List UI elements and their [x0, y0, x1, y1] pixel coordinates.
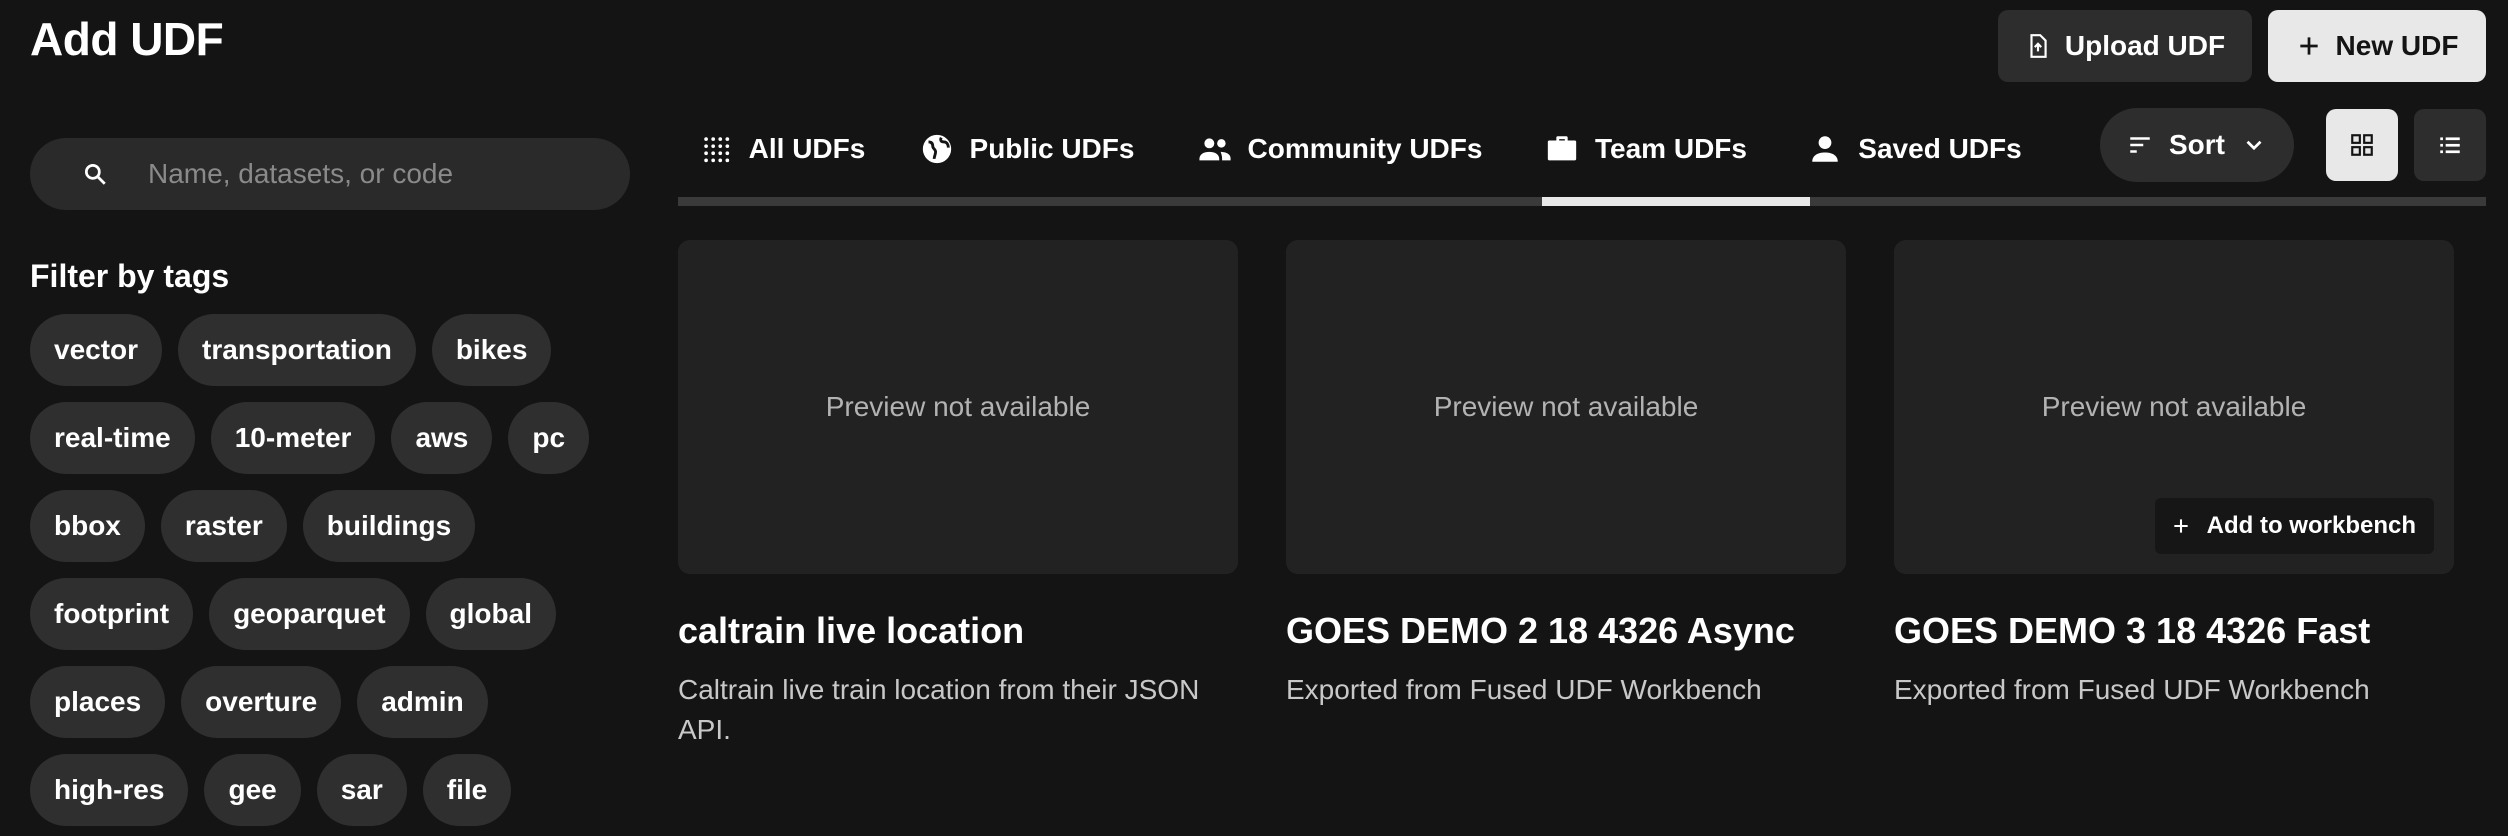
- tag-chip[interactable]: footprint: [30, 578, 194, 650]
- tag-chip[interactable]: bikes: [431, 314, 552, 386]
- search-box: [30, 138, 630, 210]
- udf-card[interactable]: Preview not available Add to workbench G…: [1894, 240, 2454, 710]
- tag-chip[interactable]: raster: [160, 490, 287, 562]
- grid-dots-icon: [703, 137, 729, 163]
- list-view-icon: [2440, 137, 2460, 154]
- udf-card[interactable]: Preview not available GOES DEMO 2 18 432…: [1286, 240, 1846, 710]
- tag-chip[interactable]: places: [30, 666, 166, 738]
- tab-public-udfs[interactable]: Public UDFs: [886, 106, 1168, 192]
- card-preview[interactable]: Preview not available: [1286, 240, 1846, 574]
- card-title: caltrain live location: [678, 610, 1025, 651]
- tab-team-udfs[interactable]: Team UDFs: [1512, 106, 1780, 192]
- tag-chip[interactable]: transportation: [178, 314, 416, 386]
- chevron-down-icon: [2246, 140, 2262, 151]
- list-view-button[interactable]: [2414, 109, 2486, 181]
- tag-chip[interactable]: admin: [357, 666, 488, 738]
- tab-label: Community UDFs: [1247, 133, 1483, 164]
- card-preview[interactable]: Preview not available Add to workbench: [1894, 240, 2454, 574]
- sort-button[interactable]: Sort: [2100, 108, 2294, 182]
- preview-unavailable-text: Preview not available: [825, 391, 1091, 422]
- page-title: Add UDF: [30, 13, 224, 65]
- card-preview[interactable]: Preview not available: [678, 240, 1238, 574]
- search-input[interactable]: [146, 157, 610, 191]
- tag-chip[interactable]: gee: [204, 754, 301, 826]
- card-description: Caltrain live train location from their …: [678, 674, 1200, 745]
- people-icon: [1198, 138, 1231, 161]
- tag-list: vector transportation bikes real-time 10…: [30, 314, 630, 826]
- tag-chip[interactable]: sar: [316, 754, 407, 826]
- tag-chip[interactable]: file: [422, 754, 512, 826]
- filter-by-tags-heading: Filter by tags: [30, 258, 230, 294]
- tag-chip[interactable]: geoparquet: [209, 578, 410, 650]
- tab-label: Team UDFs: [1595, 133, 1747, 164]
- tag-chip[interactable]: pc: [508, 402, 590, 474]
- tab-label: Public UDFs: [969, 133, 1135, 164]
- tag-chip[interactable]: aws: [391, 402, 493, 474]
- tab-community-udfs[interactable]: Community UDFs: [1168, 106, 1512, 192]
- tag-chip[interactable]: bbox: [30, 490, 145, 562]
- tag-chip[interactable]: overture: [181, 666, 342, 738]
- new-udf-label: New UDF: [2335, 30, 2459, 61]
- grid-view-icon: [2351, 134, 2373, 156]
- search-icon: [84, 163, 106, 185]
- tag-chip[interactable]: global: [425, 578, 556, 650]
- file-upload-icon: [2030, 34, 2047, 58]
- active-tab-indicator: [1542, 197, 1810, 206]
- card-title: GOES DEMO 3 18 4326 Fast: [1894, 610, 2371, 651]
- sort-label: Sort: [2169, 129, 2225, 160]
- card-title: GOES DEMO 2 18 4326 Async: [1286, 610, 1795, 651]
- grid-view-button[interactable]: [2326, 109, 2398, 181]
- person-icon: [1812, 136, 1839, 162]
- sort-icon: [2130, 137, 2150, 153]
- tag-chip[interactable]: 10-meter: [210, 402, 376, 474]
- globe-icon: [922, 134, 951, 164]
- add-to-workbench-button[interactable]: Add to workbench: [2154, 498, 2434, 554]
- tag-chip[interactable]: real-time: [30, 402, 195, 474]
- plus-icon: [2299, 37, 2318, 55]
- tab-all-udfs[interactable]: All UDFs: [678, 106, 886, 192]
- upload-udf-button[interactable]: Upload UDF: [1998, 10, 2252, 82]
- preview-unavailable-text: Preview not available: [1433, 391, 1699, 422]
- tab-label: All UDFs: [748, 133, 866, 164]
- tag-chip[interactable]: vector: [30, 314, 163, 386]
- tab-label: Saved UDFs: [1858, 133, 2022, 164]
- tag-chip[interactable]: high-res: [30, 754, 189, 826]
- add-to-workbench-label: Add to workbench: [2206, 512, 2416, 539]
- plus-icon: [2173, 519, 2188, 533]
- udf-card[interactable]: Preview not available caltrain live loca…: [678, 240, 1238, 750]
- briefcase-icon: [1547, 136, 1577, 161]
- tab-saved-udfs[interactable]: Saved UDFs: [1780, 106, 2050, 192]
- upload-udf-label: Upload UDF: [2064, 30, 2226, 61]
- card-description: Exported from Fused UDF Workbench: [1286, 674, 1762, 705]
- new-udf-button[interactable]: New UDF: [2268, 10, 2486, 82]
- tag-chip[interactable]: buildings: [302, 490, 476, 562]
- preview-unavailable-text: Preview not available: [2041, 391, 2307, 422]
- card-description: Exported from Fused UDF Workbench: [1894, 674, 2370, 705]
